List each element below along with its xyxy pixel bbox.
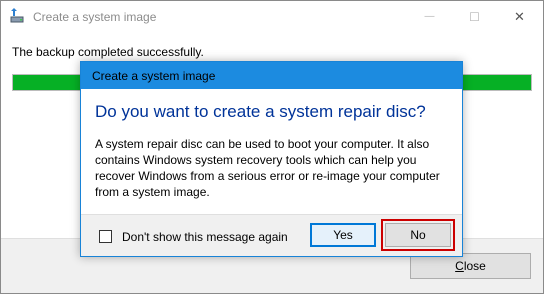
close-button-mnemonic: C — [455, 259, 464, 273]
dialog-body-text: A system repair disc can be used to boot… — [95, 137, 440, 199]
dont-show-again-label[interactable]: Don't show this message again — [122, 230, 288, 244]
dont-show-again-checkbox[interactable] — [99, 230, 112, 243]
status-text: The backup completed successfully. — [12, 45, 204, 59]
dialog-titlebar[interactable]: Create a system image — [81, 62, 462, 89]
yes-button[interactable]: Yes — [310, 223, 376, 247]
maximize-button[interactable]: ☐ — [452, 1, 497, 32]
minimize-button[interactable]: — — [407, 1, 452, 32]
window-titlebar[interactable]: Create a system image — ☐ ✕ — [1, 1, 543, 32]
close-window-button[interactable]: ✕ — [497, 1, 542, 32]
close-icon: ✕ — [514, 8, 525, 24]
minimize-icon: — — [424, 11, 435, 22]
repair-disc-dialog: Create a system image Do you want to cre… — [80, 61, 463, 257]
dialog-heading: Do you want to create a system repair di… — [95, 102, 426, 121]
dialog-footer: Don't show this message again Yes No — [81, 214, 462, 256]
dialog-title: Create a system image — [92, 69, 216, 83]
window-title: Create a system image — [33, 10, 157, 24]
no-button[interactable]: No — [385, 223, 451, 247]
backup-drive-icon — [9, 8, 25, 24]
close-button-label: lose — [463, 259, 486, 273]
maximize-icon: ☐ — [469, 9, 480, 24]
